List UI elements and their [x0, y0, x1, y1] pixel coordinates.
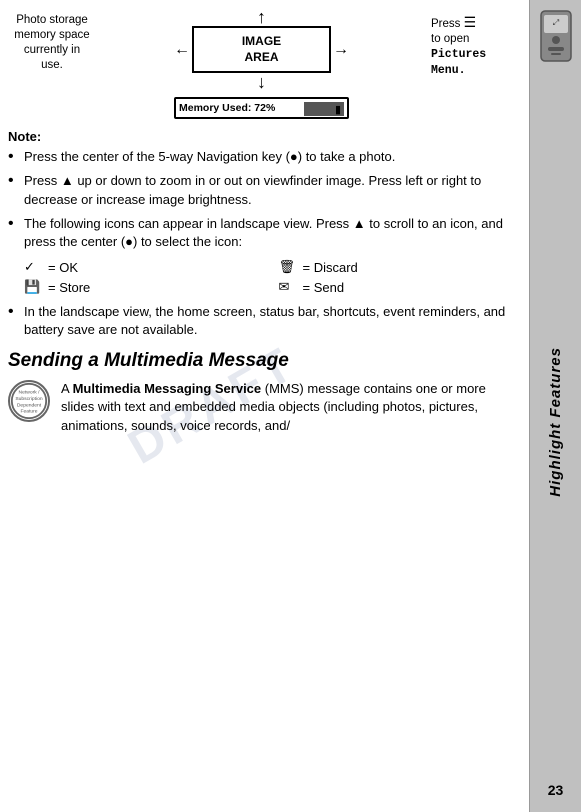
mms-text: A Multimedia Messaging Service (MMS) mes…	[61, 380, 517, 435]
vertical-text-container: Highlight Features	[547, 62, 564, 782]
menu-icon: ☰	[464, 14, 477, 30]
bullet-list: • Press the center of the 5-way Navigati…	[8, 148, 517, 251]
bullet-item-1: • Press the center of the 5-way Navigati…	[8, 148, 517, 166]
memory-bar-label: Memory Used: 72%	[179, 102, 275, 114]
bullet-dot-2: •	[8, 172, 20, 190]
image-area-label-line1: IMAGE	[206, 34, 317, 50]
discard-label: = Discard	[303, 260, 358, 275]
photo-label: Photo storage memory space currently in …	[8, 8, 96, 73]
legend-discard: 🗑 = Discard	[279, 259, 518, 275]
send-icon: ✉	[279, 279, 297, 295]
note-heading: Note:	[8, 129, 517, 144]
svg-text:Feature: Feature	[20, 409, 37, 415]
bullet-dot-3: •	[8, 215, 20, 233]
down-arrow-icon: ↓	[257, 73, 266, 91]
note-section: Note: • Press the center of the 5-way Na…	[8, 129, 517, 339]
legend-send: ✉ = Send	[279, 279, 518, 295]
image-area-label-line2: AREA	[206, 50, 317, 66]
page-number: 23	[548, 782, 564, 798]
memory-bar-indicator: ▮	[335, 103, 341, 116]
press-label: Press ☰ to open Pictures Menu.	[427, 8, 517, 79]
icon-legend: ✓ = OK 🗑 = Discard 💾 = Store ✉ = Send	[24, 259, 517, 295]
store-icon: 💾	[24, 279, 42, 295]
bullet-item-landscape: • In the landscape view, the home screen…	[8, 303, 517, 339]
sidebar-vertical-label: Highlight Features	[547, 347, 564, 497]
network-badge-circle: Network / Subscription Dependent Feature	[8, 380, 50, 422]
ok-label: = OK	[48, 260, 78, 275]
mms-abbrev: (MMS)	[261, 381, 304, 396]
network-badge: Network / Subscription Dependent Feature	[8, 380, 53, 422]
photo-label-line1: Photo storage	[16, 14, 88, 26]
store-label: = Store	[48, 280, 90, 295]
phone-illustration: ⤢	[538, 10, 574, 62]
sidebar: ⤢ Highlight Features 23	[529, 0, 581, 812]
mms-intro-text: A	[61, 381, 73, 396]
svg-text:Network /: Network /	[19, 390, 41, 396]
bullet-text-3: The following icons can appear in landsc…	[24, 215, 517, 251]
pictures-menu-label: Pictures Menu.	[431, 48, 486, 77]
image-area-row: ← IMAGE AREA →	[174, 26, 349, 73]
network-badge-svg: Network / Subscription Dependent Feature	[10, 380, 48, 422]
sending-section: Sending a Multimedia Message Network / S…	[8, 350, 517, 435]
right-arrow-icon: →	[333, 41, 349, 59]
photo-label-line3: currently in	[24, 44, 80, 56]
legend-store: 💾 = Store	[24, 279, 263, 295]
sending-heading: Sending a Multimedia Message	[8, 350, 517, 373]
image-area-box: IMAGE AREA	[192, 26, 331, 73]
diagram-section: Photo storage memory space currently in …	[8, 8, 517, 119]
ok-icon: ✓	[24, 259, 42, 275]
bullet-text-1: Press the center of the 5-way Navigation…	[24, 148, 517, 166]
bullet-text-2: Press ▲ up or down to zoom in or out on …	[24, 172, 517, 208]
mms-section: Network / Subscription Dependent Feature…	[8, 380, 517, 435]
photo-label-line2: memory space	[14, 29, 89, 41]
up-arrow-icon: ↑	[257, 8, 266, 26]
bullet-dot-1: •	[8, 148, 20, 166]
sidebar-top: ⤢	[538, 10, 574, 62]
left-arrow-icon: ←	[174, 41, 190, 59]
press-line2: to open	[431, 33, 469, 45]
legend-ok: ✓ = OK	[24, 259, 263, 275]
svg-text:Subscription: Subscription	[15, 396, 43, 402]
svg-text:Dependent: Dependent	[17, 403, 42, 409]
bullet-item-2: • Press ▲ up or down to zoom in or out o…	[8, 172, 517, 208]
bullet-dot-landscape: •	[8, 303, 20, 321]
send-label: = Send	[303, 280, 345, 295]
memory-bar: Memory Used: 72% ▮	[174, 97, 349, 119]
bullet-list-landscape: • In the landscape view, the home screen…	[8, 303, 517, 339]
photo-label-line4: use.	[41, 59, 63, 71]
press-line1: Press	[431, 18, 460, 30]
bullet-item-3: • The following icons can appear in land…	[8, 215, 517, 251]
svg-text:⤢: ⤢	[551, 18, 558, 27]
mms-service-bold: Multimedia Messaging Service	[73, 381, 262, 396]
bullet-text-landscape: In the landscape view, the home screen, …	[24, 303, 517, 339]
discard-icon: 🗑	[279, 259, 297, 275]
diagram-center: ↑ ← IMAGE AREA → ↓ Memory Used: 72	[96, 8, 427, 119]
